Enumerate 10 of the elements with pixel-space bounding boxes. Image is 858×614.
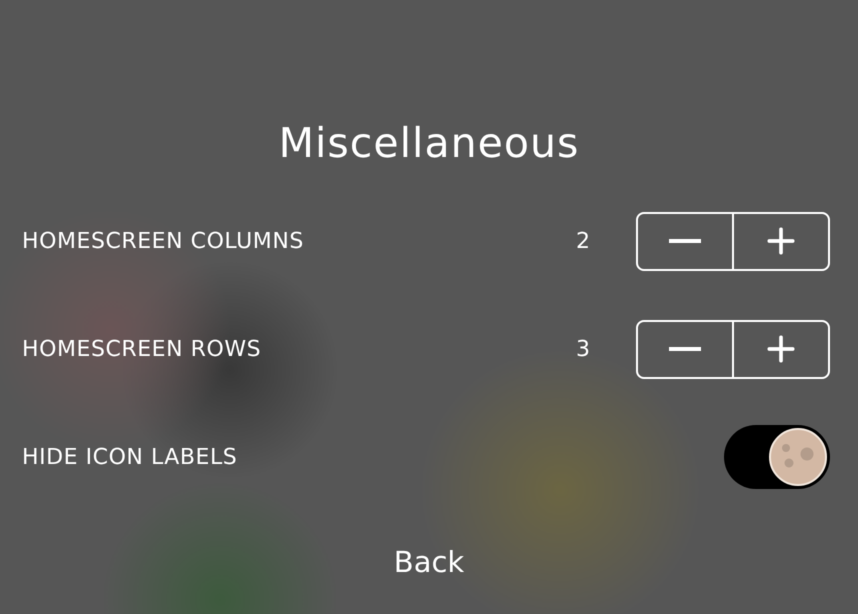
setting-value: 2 bbox=[575, 228, 591, 256]
page-title: Miscellaneous bbox=[278, 118, 580, 169]
minus-icon bbox=[669, 239, 701, 243]
setting-label: HOMESCREEN ROWS bbox=[22, 336, 262, 364]
setting-value: 3 bbox=[575, 336, 591, 364]
back-button[interactable]: Back bbox=[394, 541, 464, 584]
setting-label: HIDE ICON LABELS bbox=[22, 444, 238, 472]
moon-icon bbox=[769, 428, 827, 486]
setting-label: HOMESCREEN COLUMNS bbox=[22, 228, 304, 256]
minus-icon bbox=[669, 347, 701, 351]
